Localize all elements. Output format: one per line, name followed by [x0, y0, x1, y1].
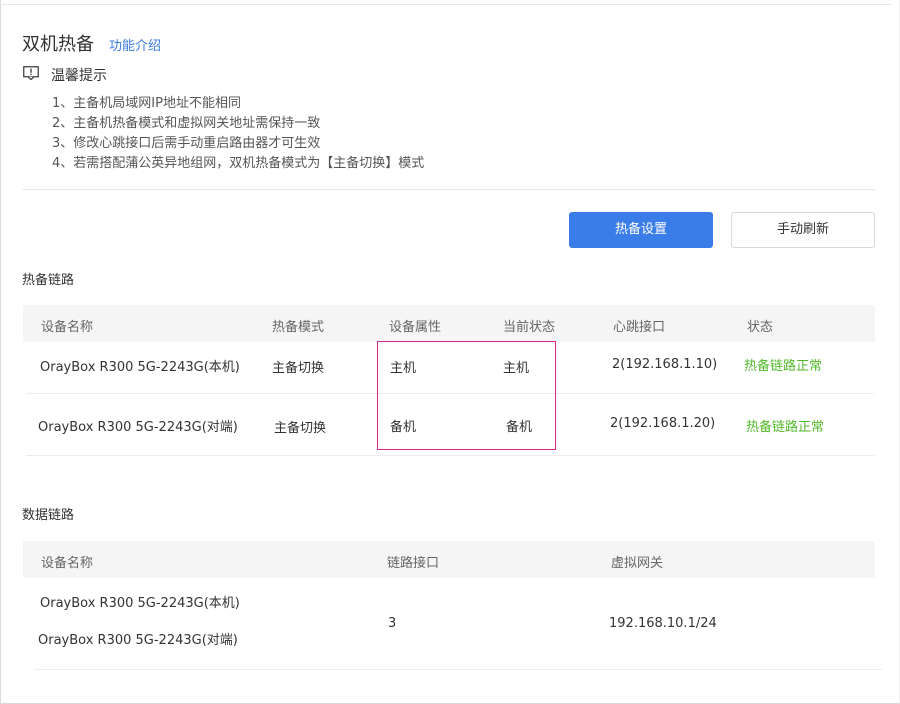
highlight-box [377, 341, 556, 450]
device-name: OrayBox R300 5G-2243G(对端) [38, 420, 238, 435]
column-header: 热备模式 [272, 320, 325, 335]
feature-intro-link[interactable]: 功能介绍 [109, 35, 161, 54]
standby-mode: 主备切换 [272, 361, 325, 376]
tip-item: 1、主备机局域网IP地址不能相同 [52, 96, 241, 111]
hot-standby-link-title: 热备链路 [22, 273, 75, 288]
device-name-local: OrayBox R300 5G-2243G(本机) [40, 596, 240, 611]
column-header: 当前状态 [503, 320, 556, 335]
hot-standby-table-header: 设备名称 热备模式 设备属性 当前状态 心跳接口 状态 [23, 305, 875, 342]
row-divider [26, 455, 875, 456]
info-icon [23, 66, 39, 80]
status-text: 热备链路正常 [744, 359, 823, 374]
link-interface: 3 [388, 616, 397, 631]
column-header: 设备属性 [389, 320, 442, 335]
manual-refresh-button[interactable]: 手动刷新 [731, 212, 875, 248]
data-link-title: 数据链路 [22, 508, 75, 523]
divider [22, 189, 875, 190]
data-link-table-header: 设备名称 链路接口 虚拟网关 [23, 541, 875, 578]
tip-item: 3、修改心跳接口后需手动重启路由器才可生效 [52, 136, 321, 151]
device-name: OrayBox R300 5G-2243G(本机) [40, 360, 240, 375]
hot-standby-settings-button[interactable]: 热备设置 [569, 212, 713, 248]
heartbeat-interface: 2(192.168.1.20) [610, 416, 716, 431]
tip-item: 4、若需搭配蒲公英异地组网，双机热备模式为【主备切换】模式 [52, 156, 425, 171]
column-header: 状态 [747, 320, 774, 335]
tips-title: 温馨提示 [51, 68, 107, 84]
column-header: 设备名称 [41, 320, 94, 335]
virtual-gateway: 192.168.10.1/24 [609, 616, 717, 631]
heartbeat-interface: 2(192.168.1.10) [612, 357, 718, 372]
page-title: 双机热备 [22, 34, 94, 55]
device-name-peer: OrayBox R300 5G-2243G(对端) [38, 633, 238, 648]
status-text: 热备链路正常 [746, 420, 825, 435]
column-header: 设备名称 [41, 556, 94, 571]
row-divider [34, 669, 882, 670]
tip-item: 2、主备机热备模式和虚拟网关地址需保持一致 [52, 116, 321, 131]
column-header: 心跳接口 [613, 320, 666, 335]
column-header: 链路接口 [387, 556, 440, 571]
tips-list: 1、主备机局域网IP地址不能相同 2、主备机热备模式和虚拟网关地址需保持一致 3… [52, 94, 424, 174]
top-border [0, 4, 892, 5]
column-header: 虚拟网关 [611, 556, 664, 571]
standby-mode: 主备切换 [274, 421, 327, 436]
